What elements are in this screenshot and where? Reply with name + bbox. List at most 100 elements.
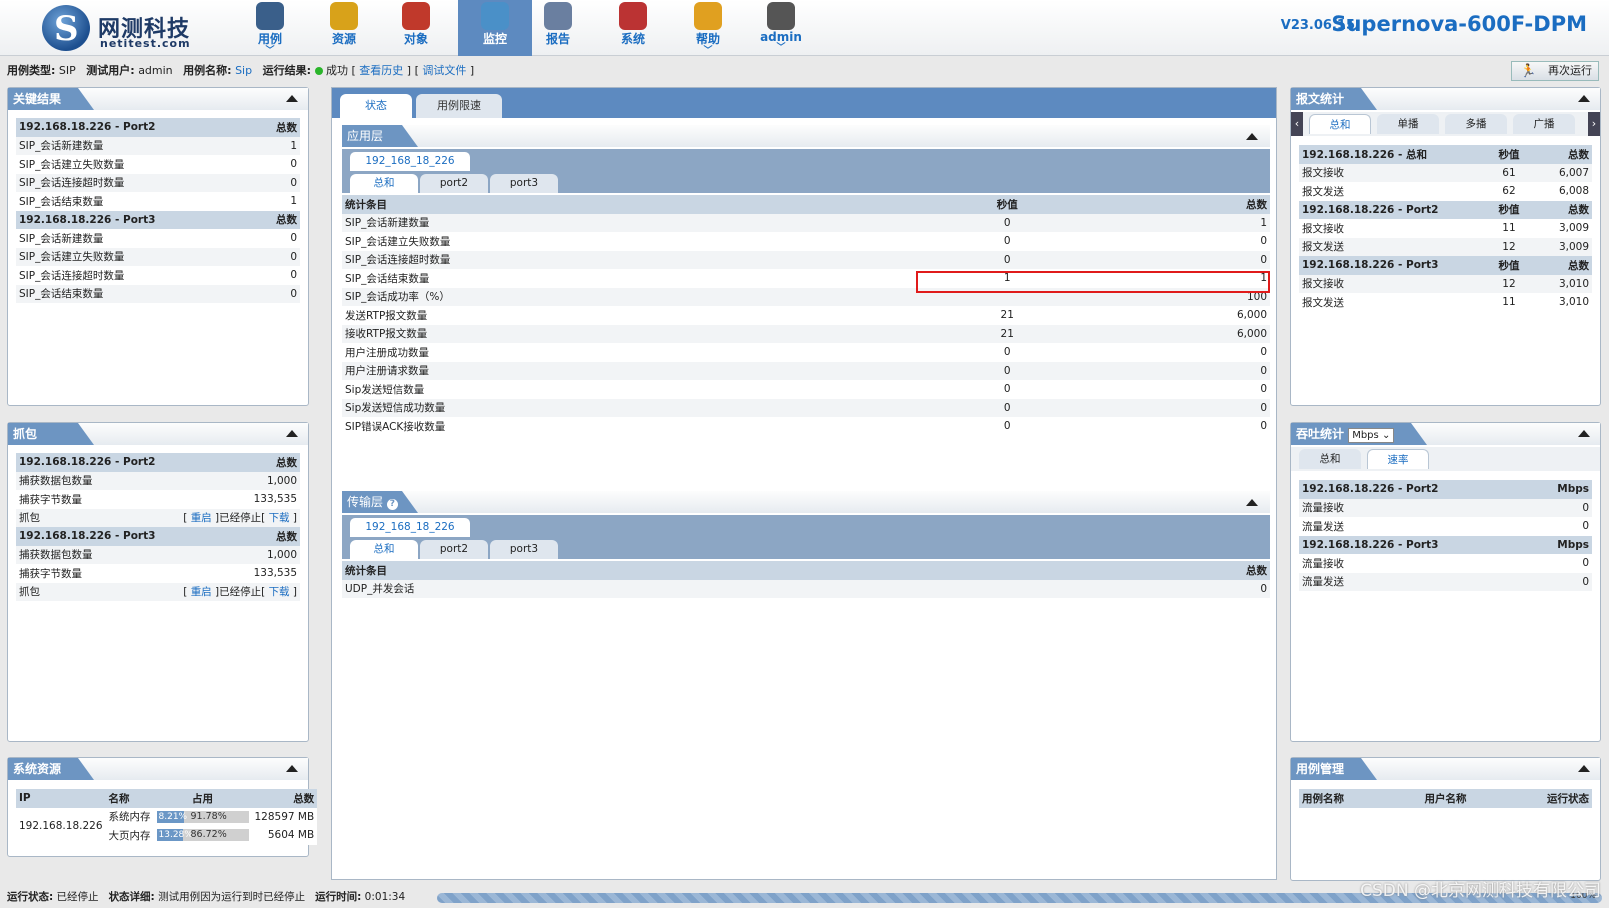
- collapse-up-icon[interactable]: [286, 430, 298, 437]
- tab-port2[interactable]: port2: [420, 174, 488, 193]
- brand-logo: 网测科技 netitest.com: [42, 5, 192, 51]
- stat-value: 0: [1582, 557, 1589, 570]
- capture-state: 已经停止: [219, 512, 262, 525]
- case-name-link[interactable]: Sip: [235, 64, 252, 77]
- tab-sum[interactable]: 总和: [1309, 114, 1371, 134]
- stat-name: 流量接收: [1302, 557, 1344, 570]
- success-dot-icon: [315, 67, 323, 75]
- collapse-up-icon[interactable]: [1246, 499, 1258, 506]
- radar-icon: [481, 2, 509, 30]
- unit-select[interactable]: Mbps ⌄: [1348, 428, 1395, 443]
- collapse-up-icon[interactable]: [1246, 133, 1258, 140]
- nav-资源[interactable]: 资源: [316, 0, 372, 56]
- view-history-link[interactable]: 查看历史: [359, 64, 403, 77]
- col-unit: Mbps: [1530, 535, 1592, 554]
- table-row: SIP_会话建立失败数量 0: [16, 155, 300, 174]
- scroll-right-icon[interactable]: ›: [1588, 112, 1600, 136]
- tab-port3[interactable]: port3: [490, 540, 558, 559]
- tab-rate[interactable]: 速率: [1367, 449, 1429, 469]
- test-user-label: 测试用户:: [86, 64, 135, 77]
- tab-status[interactable]: 状态: [340, 94, 412, 118]
- tab-unicast[interactable]: 单播: [1377, 114, 1439, 134]
- stat-total: 1: [1077, 213, 1270, 232]
- download-link[interactable]: 下载: [269, 586, 290, 598]
- help-box-icon: [694, 2, 722, 30]
- packet-stats-panel: 报文统计 ‹ 总和 单播 多播 广播 › 192.168.18.226 - 总和…: [1290, 87, 1601, 406]
- restart-link[interactable]: 重启: [191, 512, 212, 524]
- nav-系统[interactable]: 系统: [605, 0, 661, 56]
- tab-sum[interactable]: 总和: [350, 174, 418, 193]
- tab-ip-192-168-18-226[interactable]: 192_168_18_226: [350, 152, 470, 171]
- table-row: 流量接收 0: [1299, 498, 1592, 517]
- monitor-icon: [256, 2, 284, 30]
- throughput-panel: 吞吐统计 Mbps ⌄ 总和 速率 192.168.18.226 - Port2…: [1290, 422, 1601, 742]
- col-case-name: 用例名称: [1299, 789, 1397, 808]
- restart-link[interactable]: 重启: [191, 586, 212, 598]
- tab-multicast[interactable]: 多播: [1445, 114, 1507, 134]
- stat-name: 报文接收: [1299, 274, 1469, 293]
- stat-name: SIP_会话新建数量: [16, 136, 255, 155]
- nav-admin[interactable]: admin ﹀: [753, 0, 809, 56]
- debug-file-link[interactable]: 调试文件: [422, 64, 466, 77]
- stat-per-second: 0: [1003, 420, 1011, 433]
- tab-port2[interactable]: port2: [420, 540, 488, 559]
- capture-label: 抓包: [16, 508, 171, 527]
- stat-per-second: 11: [1502, 222, 1516, 235]
- nav-label: 系统: [620, 32, 645, 46]
- capture-panel: 抓包 192.168.18.226 - Port2 总数 捕获数据包数量 1,000 捕…: [7, 422, 309, 742]
- col-total: 总数: [1025, 561, 1270, 580]
- stat-total: 0: [290, 269, 297, 282]
- table-row: 用户注册成功数量 0 0: [342, 343, 1270, 362]
- stat-total: 133,535: [253, 567, 297, 580]
- nav-用例[interactable]: 用例 ﹀: [242, 0, 298, 56]
- nav-帮助[interactable]: 帮助 ﹀: [680, 0, 736, 56]
- group-title: 192.168.18.226 - 总和: [1299, 145, 1469, 164]
- tab-broadcast[interactable]: 广播: [1513, 114, 1575, 134]
- stat-total: 0: [290, 158, 297, 171]
- packet-stats-table: 192.168.18.226 - 总和 秒值 总数 报文接收 61 6,007 报文发送 62…: [1299, 145, 1592, 312]
- collapse-up-icon[interactable]: [1578, 765, 1590, 772]
- table-row: SIP_会话结束数量 0: [16, 284, 300, 303]
- resource-ip: 192.168.18.226: [16, 807, 106, 845]
- collapse-up-icon[interactable]: [1578, 95, 1590, 102]
- collapse-up-icon[interactable]: [286, 95, 298, 102]
- capture-state: 已经停止: [219, 586, 262, 599]
- col-per-second: 秒值: [1468, 256, 1549, 275]
- tab-sum[interactable]: 总和: [350, 540, 418, 559]
- tab-case-rate-limit[interactable]: 用例限速: [416, 94, 502, 118]
- stat-name: SIP_会话连接超时数量: [19, 269, 125, 282]
- stat-per-second: 0: [937, 250, 1078, 269]
- system-resources-panel: 系统资源 IP 名称 占用 总数 192.168.18.226 系统内存 8.21% 9…: [7, 757, 318, 857]
- stat-total: 0: [1260, 383, 1267, 396]
- collapse-up-icon[interactable]: [286, 765, 298, 772]
- capture-label: 抓包: [16, 582, 171, 601]
- collapse-up-icon[interactable]: [1578, 430, 1590, 437]
- globe-logo-icon: [42, 5, 90, 51]
- stat-name: SIP_会话成功率（%）: [342, 287, 938, 306]
- table-row: SIP_会话结束数量 1: [16, 192, 300, 211]
- stat-per-second: 61: [1468, 163, 1549, 182]
- help-circle-icon[interactable]: ?: [386, 499, 398, 510]
- case-type-value: SIP: [58, 64, 76, 77]
- tab-ip-192-168-18-226[interactable]: 192_168_18_226: [350, 518, 470, 537]
- col-run-status: 运行状态: [1494, 789, 1592, 808]
- nav-对象[interactable]: 对象: [388, 0, 444, 56]
- stat-name: 捕获字节数量: [19, 567, 82, 580]
- stat-per-second: 0: [937, 213, 1078, 232]
- capture-actions: [ 重启 ]已经停止[ 下载 ]: [170, 582, 300, 601]
- scroll-left-icon[interactable]: ‹: [1291, 112, 1303, 136]
- rerun-button[interactable]: 🏃 再次运行: [1511, 61, 1599, 81]
- throughput-title-text: 吞吐统计: [1296, 427, 1345, 441]
- download-link[interactable]: 下载: [269, 512, 290, 524]
- tab-sum[interactable]: 总和: [1299, 449, 1361, 469]
- stat-name: 接收RTP报文数量: [342, 324, 938, 343]
- report-pen-icon: [544, 2, 572, 30]
- nav-监控[interactable]: 监控: [458, 0, 532, 56]
- stat-name: UDP_并发会话: [342, 579, 1026, 598]
- nav-报告[interactable]: 报告: [530, 0, 586, 56]
- stat-name: Sip发送短信数量: [345, 383, 425, 396]
- tab-port3[interactable]: port3: [490, 174, 558, 193]
- stat-total: 0: [290, 232, 297, 245]
- memory-usage-bar: 13.28% 86.72%: [153, 826, 252, 845]
- stat-total: 1,000: [170, 545, 300, 564]
